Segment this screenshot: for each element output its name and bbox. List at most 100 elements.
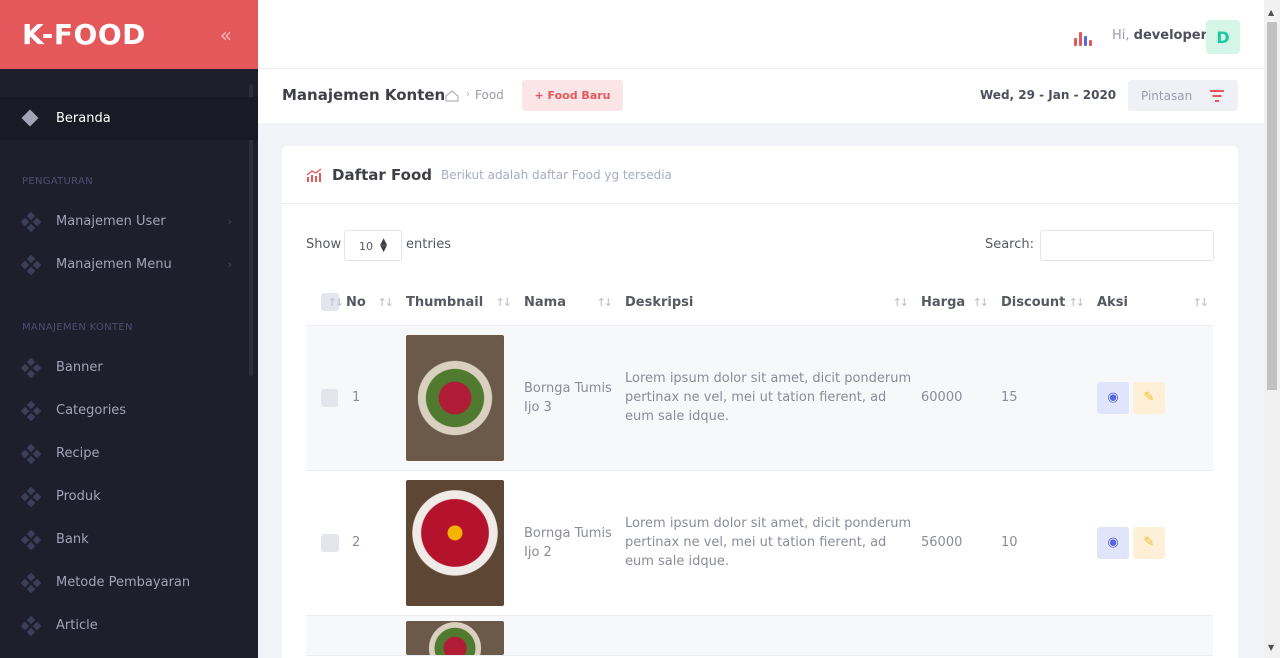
search-input[interactable] bbox=[1040, 230, 1214, 261]
breadcrumb-separator: › bbox=[466, 89, 470, 100]
add-food-button[interactable]: + Food Baru bbox=[522, 80, 623, 111]
sort-icon[interactable]: ↑↓ bbox=[378, 296, 395, 309]
row-checkbox[interactable] bbox=[321, 533, 339, 552]
grid-dots-icon bbox=[20, 211, 42, 232]
cell-aksi bbox=[1089, 615, 1213, 656]
grid-dots-icon bbox=[20, 254, 42, 275]
sidebar-item-beranda[interactable]: Beranda bbox=[0, 97, 258, 140]
edit-button[interactable]: ✎ bbox=[1133, 381, 1165, 414]
edit-icon: ✎ bbox=[1143, 390, 1155, 405]
table-row: 1 Bornga Tumis Ijo 3 Lorem ipsum dolor s… bbox=[306, 325, 1213, 471]
cell-no: 1 bbox=[338, 325, 398, 471]
view-button[interactable]: ◉ bbox=[1097, 381, 1129, 414]
row-select-cell bbox=[306, 470, 339, 616]
breadcrumb-item-food[interactable]: Food bbox=[475, 88, 504, 102]
filter-icon bbox=[1210, 90, 1224, 102]
chevron-double-left-icon[interactable]: « bbox=[220, 23, 232, 47]
top-header: Hi, developer D bbox=[258, 0, 1264, 69]
scroll-down-icon[interactable]: ▼ bbox=[1268, 643, 1274, 652]
sidebar-item-produk[interactable]: Produk bbox=[0, 475, 258, 518]
sidebar-item-label: Article bbox=[56, 618, 98, 633]
column-header-aksi[interactable]: Aksi ↑↓ bbox=[1089, 280, 1213, 326]
column-header-no[interactable]: No ↑↓ bbox=[338, 280, 398, 326]
cell-deskripsi: Lorem ipsum dolor sit amet, dicit ponder… bbox=[617, 325, 913, 471]
food-thumbnail-image[interactable] bbox=[406, 620, 504, 655]
food-thumbnail-image[interactable] bbox=[406, 479, 504, 606]
sidebar-item-label: Bank bbox=[56, 532, 89, 547]
scrollbar-thumb[interactable] bbox=[1267, 22, 1277, 390]
grid-dots-icon bbox=[20, 357, 42, 378]
current-date: Wed, 29 - Jan - 2020 bbox=[980, 88, 1117, 102]
sort-icon[interactable]: ↑↓ bbox=[496, 296, 513, 309]
table-row: 2 Bornga Tumis Ijo 2 Lorem ipsum dolor s… bbox=[306, 470, 1213, 616]
food-thumbnail-image[interactable] bbox=[406, 334, 504, 461]
view-button[interactable]: ◉ bbox=[1097, 526, 1129, 559]
column-header-discount[interactable]: Discount ↑↓ bbox=[993, 280, 1089, 326]
sidebar-item-article[interactable]: Article bbox=[0, 604, 258, 647]
sidebar-item-label: Recipe bbox=[56, 446, 100, 461]
entries-length-select[interactable]: 10 ▲ ▼ bbox=[344, 230, 402, 261]
brand-header: K-FOOD « bbox=[0, 0, 258, 69]
row-select-cell bbox=[306, 325, 339, 471]
cell-thumbnail bbox=[398, 470, 516, 616]
column-header-nama[interactable]: Nama ↑↓ bbox=[516, 280, 617, 326]
sidebar-item-manajemen-user[interactable]: Manajemen User › bbox=[0, 200, 258, 243]
shortcut-button[interactable]: Pintasan bbox=[1128, 80, 1238, 111]
grid-dots-icon bbox=[20, 486, 42, 507]
cell-thumbnail bbox=[398, 325, 516, 471]
column-header-thumbnail[interactable]: Thumbnail ↑↓ bbox=[398, 280, 516, 326]
chevron-right-icon: › bbox=[227, 215, 232, 228]
page-scrollbar[interactable]: ▲ ▼ bbox=[1264, 0, 1280, 658]
sidebar-item-label: Beranda bbox=[56, 111, 111, 126]
column-label: No bbox=[346, 294, 366, 310]
cell-no: 2 bbox=[338, 470, 398, 616]
sort-icon[interactable]: ↑↓ bbox=[597, 296, 614, 309]
subheader: Manajemen Konten › Food + Food Baru Wed,… bbox=[258, 69, 1264, 123]
sidebar-item-metode-pembayaran[interactable]: Metode Pembayaran bbox=[0, 561, 258, 604]
sidebar-section-pengaturan: PENGATURAN bbox=[22, 175, 93, 187]
sort-icon[interactable]: ↑↓ bbox=[893, 296, 910, 309]
sidebar-item-manajemen-menu[interactable]: Manajemen Menu › bbox=[0, 243, 258, 286]
search-label: Search: bbox=[984, 237, 1034, 252]
brand-logo[interactable]: K-FOOD bbox=[22, 18, 146, 51]
cell-discount: 15 bbox=[993, 325, 1089, 471]
chart-line-icon bbox=[306, 167, 322, 182]
column-label: Thumbnail bbox=[406, 294, 484, 310]
eye-icon: ◉ bbox=[1107, 535, 1119, 550]
grid-dots-icon bbox=[20, 529, 42, 550]
chevron-right-icon: › bbox=[227, 258, 232, 271]
show-label: Show bbox=[306, 237, 342, 252]
sidebar-item-recipe[interactable]: Recipe bbox=[0, 432, 258, 475]
column-header-harga[interactable]: Harga ↑↓ bbox=[913, 280, 993, 326]
greeting-text: Hi, bbox=[1112, 28, 1130, 43]
username: developer bbox=[1133, 28, 1208, 43]
edit-icon: ✎ bbox=[1143, 535, 1155, 550]
eye-icon: ◉ bbox=[1107, 390, 1119, 405]
column-header-deskripsi[interactable]: Deskripsi ↑↓ bbox=[617, 280, 913, 326]
edit-button[interactable]: ✎ bbox=[1133, 526, 1165, 559]
home-icon[interactable] bbox=[445, 90, 459, 102]
grid-dots-icon bbox=[20, 572, 42, 593]
entries-label: entries bbox=[406, 237, 452, 252]
cell-nama: Bornga Tumis Ijo 2 bbox=[516, 470, 617, 616]
card-description: Berikut adalah daftar Food yg tersedia bbox=[441, 167, 672, 182]
sidebar: K-FOOD « Beranda PENGATURAN Manajemen Us… bbox=[0, 0, 258, 658]
sort-icon[interactable]: ↑↓ bbox=[1193, 296, 1210, 309]
sidebar-item-banner[interactable]: Banner bbox=[0, 346, 258, 389]
sort-icon[interactable]: ↑↓ bbox=[1069, 296, 1086, 309]
avatar[interactable]: D bbox=[1206, 20, 1240, 54]
cell-deskripsi bbox=[617, 615, 913, 656]
sidebar-item-label: Manajemen User bbox=[56, 214, 166, 229]
card-title: Daftar Food bbox=[332, 165, 432, 184]
sidebar-item-bank[interactable]: Bank bbox=[0, 518, 258, 561]
bar-chart-icon[interactable] bbox=[1074, 28, 1094, 46]
food-list-card: Daftar Food Berikut adalah daftar Food y… bbox=[282, 146, 1238, 658]
sort-icon[interactable]: ↑↓ bbox=[973, 296, 990, 309]
sidebar-item-categories[interactable]: Categories bbox=[0, 389, 258, 432]
user-greeting[interactable]: Hi, developer bbox=[1112, 28, 1207, 43]
food-table: ↑↓ No ↑↓ Thumbnail ↑↓ Nama ↑↓ Deskripsi ↑↓ H… bbox=[306, 280, 1213, 656]
cell-thumbnail bbox=[398, 615, 516, 656]
select-all-header[interactable]: ↑↓ bbox=[306, 280, 344, 326]
scroll-up-icon[interactable]: ▲ bbox=[1268, 8, 1274, 17]
row-checkbox[interactable] bbox=[321, 388, 339, 407]
